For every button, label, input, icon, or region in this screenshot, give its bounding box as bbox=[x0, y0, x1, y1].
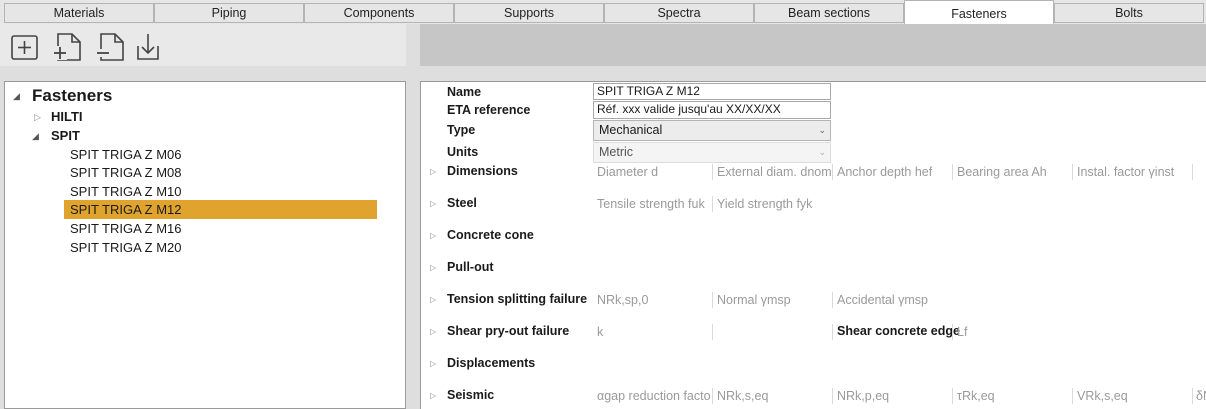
column-divider bbox=[1192, 164, 1193, 180]
tab-bar: Materials Piping Components Supports Spe… bbox=[0, 0, 1206, 24]
section-shear-pry-out[interactable]: Shear pry-out failure bbox=[447, 324, 569, 338]
name-label: Name bbox=[447, 85, 482, 99]
expand-arrow-icon[interactable]: ▷ bbox=[430, 167, 436, 176]
tree-toolbar bbox=[0, 24, 406, 66]
tab-materials[interactable]: Materials bbox=[4, 3, 154, 23]
expand-arrow-icon[interactable]: ▷ bbox=[430, 231, 436, 240]
section-concrete-cone[interactable]: Concrete cone bbox=[447, 228, 534, 242]
shear-concrete-edge-cell[interactable]: Lf bbox=[953, 325, 1071, 339]
properties-toolbar bbox=[420, 24, 1206, 66]
eta-reference-label: ETA reference bbox=[447, 103, 531, 117]
tab-spectra[interactable]: Spectra bbox=[604, 3, 754, 23]
tab-bolts[interactable]: Bolts bbox=[1054, 3, 1204, 23]
expand-arrow-icon[interactable]: ▷ bbox=[430, 327, 436, 336]
seismic-cell[interactable]: αgap reduction factor bbox=[593, 389, 711, 403]
eta-reference-field[interactable]: Réf. xxx valide jusqu'au XX/XX/XX bbox=[593, 101, 831, 119]
tree-group-hilti[interactable]: HILTI bbox=[51, 109, 83, 124]
import-icon[interactable] bbox=[134, 32, 164, 62]
tab-components[interactable]: Components bbox=[304, 3, 454, 23]
add-new-icon[interactable] bbox=[10, 32, 40, 62]
units-value: Metric bbox=[599, 145, 634, 159]
section-pull-out[interactable]: Pull-out bbox=[447, 260, 494, 274]
steel-cell[interactable]: Yield strength fyk bbox=[713, 197, 831, 211]
tab-supports[interactable]: Supports bbox=[454, 3, 604, 23]
seismic-cell[interactable]: NRk,p,eq bbox=[833, 389, 951, 403]
type-dropdown[interactable]: Mechanical ⌄ bbox=[593, 120, 831, 141]
expand-arrow-icon[interactable]: ▷ bbox=[430, 359, 436, 368]
seismic-cell[interactable]: NRk,s,eq bbox=[713, 389, 831, 403]
collapse-arrow-icon[interactable]: ◢ bbox=[32, 131, 39, 142]
units-label: Units bbox=[447, 145, 479, 159]
type-label: Type bbox=[447, 123, 476, 137]
section-tension-splitting[interactable]: Tension splitting failure bbox=[447, 292, 587, 306]
tension-splitting-cell[interactable]: Accidental γmsp bbox=[833, 293, 951, 307]
add-child-icon[interactable] bbox=[52, 32, 82, 62]
tree-group-spit[interactable]: SPIT bbox=[51, 128, 80, 143]
section-dimensions[interactable]: Dimensions bbox=[447, 164, 518, 178]
tree-item-m08[interactable]: SPIT TRIGA Z M08 bbox=[70, 165, 182, 180]
chevron-down-icon: ⌄ bbox=[818, 125, 826, 135]
units-dropdown[interactable]: Metric ⌄ bbox=[593, 142, 831, 163]
dimensions-cell[interactable]: Diameter d bbox=[593, 165, 711, 179]
tree-item-m20[interactable]: SPIT TRIGA Z M20 bbox=[70, 240, 182, 255]
name-field[interactable]: SPIT TRIGA Z M12 bbox=[593, 83, 831, 100]
chevron-down-icon: ⌄ bbox=[818, 147, 826, 157]
tension-splitting-cell[interactable]: Normal γmsp bbox=[713, 293, 831, 307]
shear-concrete-edge-label: Shear concrete edge bbox=[837, 324, 960, 338]
column-divider bbox=[712, 324, 713, 340]
tree-item-m12-selected[interactable]: SPIT TRIGA Z M12 bbox=[64, 200, 377, 219]
type-value: Mechanical bbox=[599, 123, 663, 137]
expand-arrow-icon[interactable]: ▷ bbox=[34, 112, 41, 123]
expand-arrow-icon[interactable]: ▷ bbox=[430, 295, 436, 304]
dimensions-cell[interactable]: Bearing area Ah bbox=[953, 165, 1071, 179]
section-displacements[interactable]: Displacements bbox=[447, 356, 535, 370]
tree-item-m12: SPIT TRIGA Z M12 bbox=[70, 202, 182, 217]
section-seismic[interactable]: Seismic bbox=[447, 388, 494, 402]
expand-arrow-icon[interactable]: ▷ bbox=[430, 199, 436, 208]
dimensions-cell[interactable]: Anchor depth hef bbox=[833, 165, 951, 179]
shear-pry-out-cell[interactable]: k bbox=[593, 325, 711, 339]
dimensions-cell[interactable]: Instal. factor γinst bbox=[1073, 165, 1191, 179]
tab-beam-sections[interactable]: Beam sections bbox=[754, 3, 904, 23]
collapse-arrow-icon[interactable]: ◢ bbox=[13, 91, 20, 102]
steel-cell[interactable]: Tensile strength fuk bbox=[593, 197, 711, 211]
column-divider bbox=[832, 324, 833, 340]
tree-item-m06[interactable]: SPIT TRIGA Z M06 bbox=[70, 147, 182, 162]
seismic-cell[interactable]: δN bbox=[1193, 389, 1206, 403]
tab-fasteners[interactable]: Fasteners bbox=[904, 0, 1054, 24]
expand-arrow-icon[interactable]: ▷ bbox=[430, 263, 436, 272]
tree-item-m16[interactable]: SPIT TRIGA Z M16 bbox=[70, 221, 182, 236]
section-steel[interactable]: Steel bbox=[447, 196, 477, 210]
seismic-cell[interactable]: VRk,s,eq bbox=[1073, 389, 1191, 403]
expand-arrow-icon[interactable]: ▷ bbox=[430, 391, 436, 400]
tab-piping[interactable]: Piping bbox=[154, 3, 304, 23]
tree-root-label[interactable]: Fasteners bbox=[32, 86, 112, 106]
remove-icon[interactable] bbox=[95, 32, 125, 62]
seismic-cell[interactable]: τRk,eq bbox=[953, 389, 1071, 403]
dimensions-cell[interactable]: External diam. dnom bbox=[713, 165, 831, 179]
tree-item-m10[interactable]: SPIT TRIGA Z M10 bbox=[70, 184, 182, 199]
tension-splitting-cell[interactable]: NRk,sp,0 bbox=[593, 293, 711, 307]
